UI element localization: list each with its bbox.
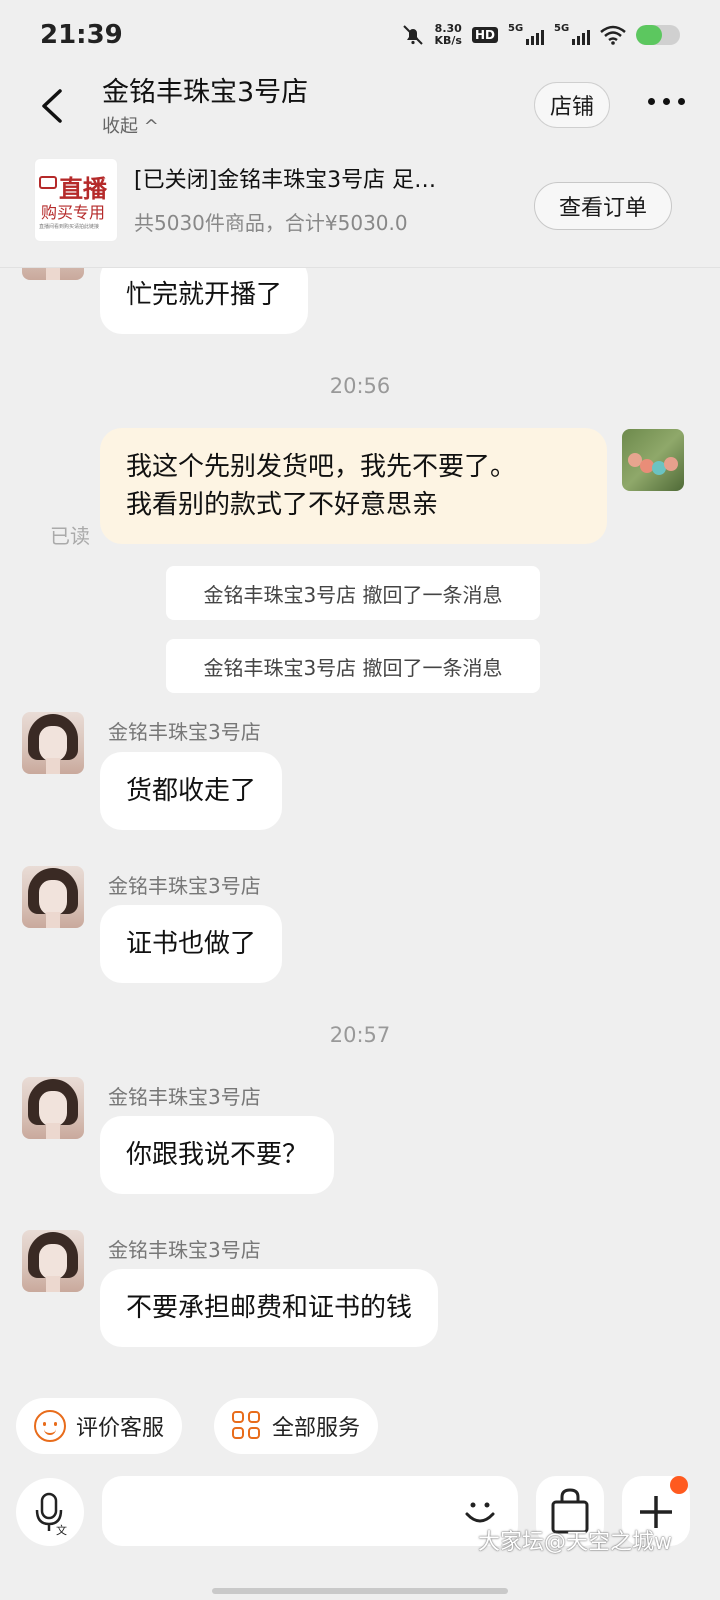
avatar[interactable] (22, 268, 84, 280)
more-options-icon[interactable] (648, 98, 688, 108)
rate-service-label: 评价客服 (76, 1416, 165, 1441)
notification-dot (670, 1476, 688, 1494)
order-thumbnail: 直播 购买专用 直播间看到购买请拍此链接 (34, 158, 118, 242)
services-grid-icon (232, 1411, 262, 1441)
avatar[interactable] (22, 1230, 84, 1292)
sender-name: 金铭丰珠宝3号店 (108, 720, 261, 744)
status-bar: 21:39 8.30 KB/s HD 5G 5G (0, 0, 720, 70)
avatar[interactable] (22, 1077, 84, 1139)
collapse-toggle[interactable]: 收起 ^ (102, 112, 159, 138)
svg-text:文: 文 (56, 1523, 67, 1537)
message-bubble[interactable]: 货都收走了 (100, 752, 283, 830)
sender-name: 金铭丰珠宝3号店 (108, 1085, 261, 1109)
my-avatar[interactable] (622, 429, 684, 491)
signal-icon-sim1: 5G (508, 23, 544, 45)
status-icons: 8.30 KB/s HD 5G 5G (401, 22, 680, 47)
sender-name: 金铭丰珠宝3号店 (108, 874, 261, 898)
net-speed: 8.30 KB/s (434, 22, 462, 47)
all-services-label: 全部服务 (272, 1416, 361, 1441)
watermark: 大家坛@天空之城w (478, 1530, 672, 1555)
all-services-chip[interactable]: 全部服务 (214, 1398, 379, 1454)
message-bubble[interactable]: 你跟我说不要？ (100, 1116, 335, 1194)
smile-icon (34, 1410, 66, 1442)
signal-icon-sim2: 5G (554, 23, 590, 45)
hd-icon: HD (471, 27, 498, 43)
video-camera-icon (39, 176, 57, 189)
timestamp: 20:57 (329, 1023, 391, 1047)
home-indicator[interactable] (212, 1588, 508, 1594)
my-message-bubble[interactable]: 我这个先别发货吧，我先不要了。 我看别的款式了不好意思亲 (100, 428, 607, 544)
chat-header: 金铭丰珠宝3号店 收起 ^ 店铺 (0, 70, 720, 150)
order-title: [已关闭]金铭丰珠宝3号店 足… (134, 168, 437, 193)
view-order-button[interactable]: 查看订单 (534, 182, 672, 230)
shop-button[interactable]: 店铺 (534, 82, 610, 128)
battery-level (636, 25, 663, 45)
rate-service-chip[interactable]: 评价客服 (16, 1398, 183, 1454)
back-arrow-icon[interactable] (38, 88, 68, 124)
recall-notice: 金铭丰珠宝3号店 撤回了一条消息 (166, 566, 540, 620)
chat-list[interactable]: 忙完就开播了 20:56 我这个先别发货吧，我先不要了。 我看别的款式了不好意思… (0, 268, 720, 1398)
message-bubble[interactable]: 不要承担邮费和证书的钱 (100, 1269, 439, 1347)
message-input[interactable] (102, 1476, 518, 1546)
voice-input-button[interactable]: 文 (16, 1478, 84, 1546)
message-bubble[interactable]: 忙完就开播了 (100, 268, 309, 334)
microphone-icon: 文 (35, 1492, 67, 1537)
timestamp: 20:56 (329, 374, 391, 398)
wifi-icon (600, 25, 626, 45)
avatar[interactable] (22, 712, 84, 774)
avatar[interactable] (22, 866, 84, 928)
recall-notice: 金铭丰珠宝3号店 撤回了一条消息 (166, 639, 540, 693)
bell-off-icon (402, 25, 423, 45)
page-title: 金铭丰珠宝3号店 (102, 77, 309, 108)
order-summary: 共5030件商品，合计¥5030.0 (134, 211, 408, 235)
read-status: 已读 (50, 524, 90, 548)
sender-name: 金铭丰珠宝3号店 (108, 1238, 261, 1262)
order-card[interactable]: 直播 购买专用 直播间看到购买请拍此链接 [已关闭]金铭丰珠宝3号店 足… 共5… (0, 150, 720, 268)
battery-icon (636, 25, 680, 45)
status-time: 21:39 (40, 20, 123, 50)
message-bubble[interactable]: 证书也做了 (100, 905, 283, 983)
